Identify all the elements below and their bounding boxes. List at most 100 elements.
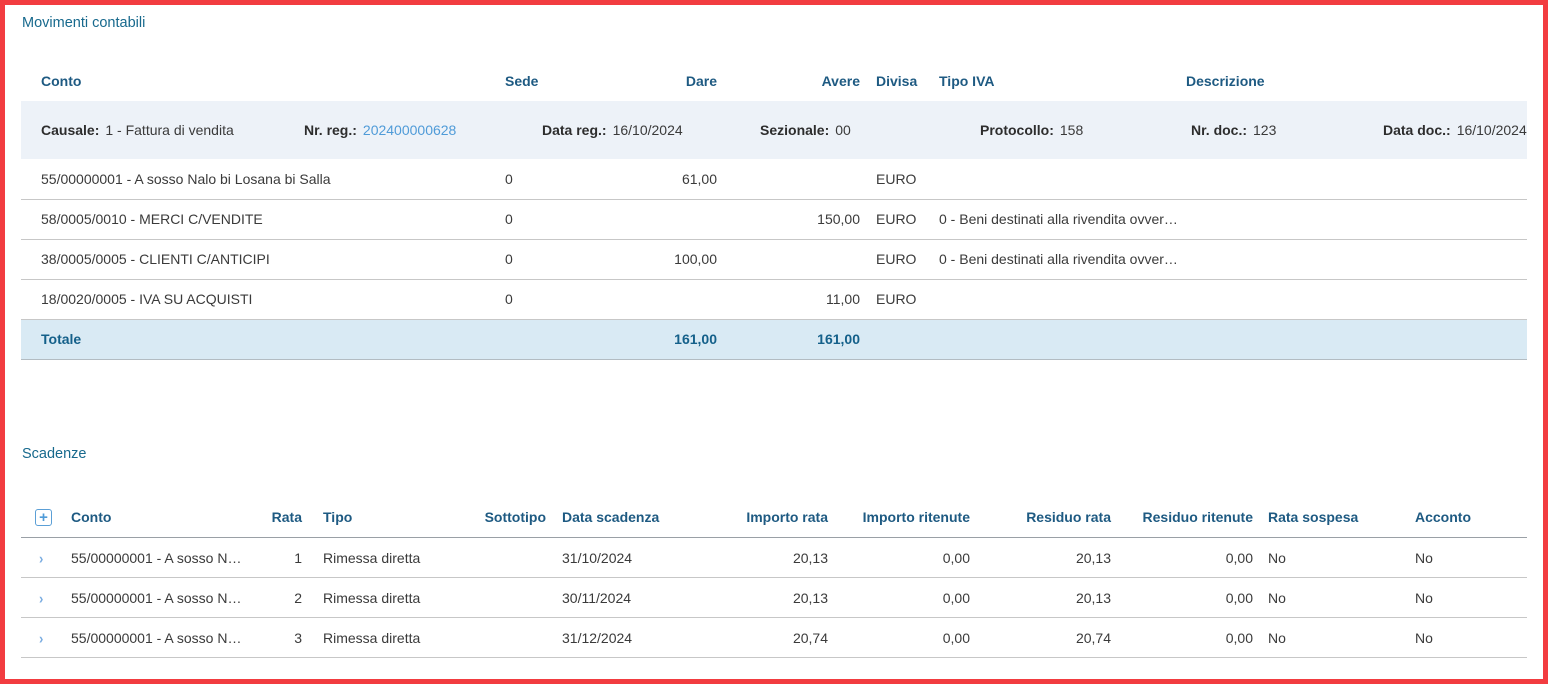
- cell-rata: 2: [250, 578, 305, 618]
- totale-dare: 161,00: [651, 319, 721, 359]
- cell-acconto: No: [1400, 538, 1527, 578]
- col-tipo-iva: Tipo IVA: [935, 61, 1180, 101]
- scadenze-row[interactable]: › 55/00000001 - A sosso Nal… 1 Rimessa d…: [21, 538, 1527, 578]
- cell-data-scadenza: 31/10/2024: [550, 538, 705, 578]
- col-rata-sospesa: Rata sospesa: [1257, 498, 1400, 538]
- cell-sottotipo: [480, 538, 550, 578]
- col-residuo-ritenute: Residuo ritenute: [1115, 498, 1257, 538]
- cell-tipo-iva: [935, 159, 1180, 199]
- cell-rata: 1: [250, 538, 305, 578]
- expand-row-chevron-icon[interactable]: ›: [35, 630, 43, 647]
- expand-all-icon[interactable]: +: [35, 509, 52, 526]
- cell-descrizione: [1180, 159, 1527, 199]
- movimenti-row: 55/00000001 - A sosso Nalo bi Losana bi …: [21, 159, 1527, 199]
- scadenze-row[interactable]: › 55/00000001 - A sosso Nal… 3 Rimessa d…: [21, 618, 1527, 658]
- cell-tipo: Rimessa diretta: [305, 578, 480, 618]
- cell-rata-sospesa: No: [1257, 578, 1400, 618]
- movimenti-header-row: Conto Sede Dare Avere Divisa Tipo IVA De…: [21, 61, 1527, 101]
- expand-row-chevron-icon[interactable]: ›: [35, 550, 43, 567]
- cell-descrizione: [1180, 199, 1527, 239]
- col-dare: Dare: [651, 61, 721, 101]
- cell-rata-sospesa: No: [1257, 538, 1400, 578]
- col-acconto: Acconto: [1400, 498, 1527, 538]
- cell-tipo: Rimessa diretta: [305, 538, 480, 578]
- cell-descrizione: [1180, 279, 1527, 319]
- cell-conto: 55/00000001 - A sosso Nalo bi Losana bi …: [21, 159, 491, 199]
- scadenze-table: + Conto Rata Tipo Sottotipo Data scadenz…: [21, 498, 1527, 659]
- cell-conto: 55/00000001 - A sosso Nal…: [61, 618, 250, 658]
- cell-avere: [721, 159, 864, 199]
- scadenze-section-title: Scadenze: [21, 446, 1527, 462]
- cell-tipo-iva: 0 - Beni destinati alla rivendita ovver…: [935, 199, 1180, 239]
- cell-acconto: No: [1400, 618, 1527, 658]
- cell-conto: 58/0005/0010 - MERCI C/VENDITE: [21, 199, 491, 239]
- cell-sede: 0: [491, 199, 651, 239]
- cell-importo-rata: 20,13: [705, 578, 832, 618]
- nr-reg-field: Nr. reg.:202400000628: [304, 122, 542, 138]
- cell-residuo-rata: 20,74: [974, 618, 1115, 658]
- cell-tipo-iva: [935, 279, 1180, 319]
- cell-sede: 0: [491, 159, 651, 199]
- cell-conto: 18/0020/0005 - IVA SU ACQUISTI: [21, 279, 491, 319]
- cell-conto: 55/00000001 - A sosso Nal…: [61, 538, 250, 578]
- cell-dare: 100,00: [651, 239, 721, 279]
- movimenti-contabili-panel: Movimenti contabili Conto Sede Dare Aver…: [0, 0, 1548, 684]
- data-reg-field: Data reg.:16/10/2024: [542, 122, 760, 138]
- cell-importo-ritenute: 0,00: [832, 578, 974, 618]
- col-tipo: Tipo: [305, 498, 480, 538]
- movimenti-row: 38/0005/0005 - CLIENTI C/ANTICIPI 0 100,…: [21, 239, 1527, 279]
- cell-importo-rata: 20,74: [705, 618, 832, 658]
- col-conto: Conto: [21, 61, 491, 101]
- cell-descrizione: [1180, 239, 1527, 279]
- cell-sede: 0: [491, 239, 651, 279]
- cell-acconto: No: [1400, 578, 1527, 618]
- cell-residuo-ritenute: 0,00: [1115, 618, 1257, 658]
- expand-row-chevron-icon[interactable]: ›: [35, 590, 43, 607]
- totale-row: Totale 161,00 161,00: [21, 319, 1527, 359]
- cell-tipo: Rimessa diretta: [305, 618, 480, 658]
- col-sede: Sede: [491, 61, 651, 101]
- cell-residuo-ritenute: 0,00: [1115, 578, 1257, 618]
- movimenti-row: 58/0005/0010 - MERCI C/VENDITE 0 150,00 …: [21, 199, 1527, 239]
- totale-label: Totale: [21, 319, 491, 359]
- cell-conto: 38/0005/0005 - CLIENTI C/ANTICIPI: [21, 239, 491, 279]
- movimenti-table: Conto Sede Dare Avere Divisa Tipo IVA De…: [21, 61, 1527, 360]
- totale-avere: 161,00: [721, 319, 864, 359]
- registration-header-band: Causale:1 - Fattura di vendita Nr. reg.:…: [21, 101, 1527, 159]
- col-descrizione: Descrizione: [1180, 61, 1527, 101]
- cell-rata: 3: [250, 618, 305, 658]
- cell-importo-ritenute: 0,00: [832, 538, 974, 578]
- protocollo-field: Protocollo:158: [980, 122, 1191, 138]
- cell-sottotipo: [480, 618, 550, 658]
- cell-dare: [651, 199, 721, 239]
- col-importo-ritenute: Importo ritenute: [832, 498, 974, 538]
- cell-tipo-iva: 0 - Beni destinati alla rivendita ovver…: [935, 239, 1180, 279]
- causale-field: Causale:1 - Fattura di vendita: [41, 122, 304, 138]
- cell-avere: 150,00: [721, 199, 864, 239]
- nr-doc-field: Nr. doc.:123: [1191, 122, 1383, 138]
- cell-sottotipo: [480, 578, 550, 618]
- cell-data-scadenza: 31/12/2024: [550, 618, 705, 658]
- movimenti-row: 18/0020/0005 - IVA SU ACQUISTI 0 11,00 E…: [21, 279, 1527, 319]
- cell-residuo-ritenute: 0,00: [1115, 538, 1257, 578]
- nr-reg-link[interactable]: 202400000628: [363, 122, 456, 138]
- col-rata: Rata: [250, 498, 305, 538]
- col-importo-rata: Importo rata: [705, 498, 832, 538]
- cell-residuo-rata: 20,13: [974, 538, 1115, 578]
- cell-data-scadenza: 30/11/2024: [550, 578, 705, 618]
- cell-importo-rata: 20,13: [705, 538, 832, 578]
- cell-residuo-rata: 20,13: [974, 578, 1115, 618]
- col-sottotipo: Sottotipo: [480, 498, 550, 538]
- scadenze-row[interactable]: › 55/00000001 - A sosso Nal… 2 Rimessa d…: [21, 578, 1527, 618]
- col-avere: Avere: [721, 61, 864, 101]
- cell-importo-ritenute: 0,00: [832, 618, 974, 658]
- cell-divisa: EURO: [864, 279, 935, 319]
- cell-sede: 0: [491, 279, 651, 319]
- col-conto: Conto: [61, 498, 250, 538]
- cell-rata-sospesa: No: [1257, 618, 1400, 658]
- cell-divisa: EURO: [864, 239, 935, 279]
- cell-avere: 11,00: [721, 279, 864, 319]
- data-doc-field: Data doc.:16/10/2024: [1383, 122, 1527, 138]
- cell-divisa: EURO: [864, 199, 935, 239]
- movimenti-section-title: Movimenti contabili: [21, 15, 1527, 31]
